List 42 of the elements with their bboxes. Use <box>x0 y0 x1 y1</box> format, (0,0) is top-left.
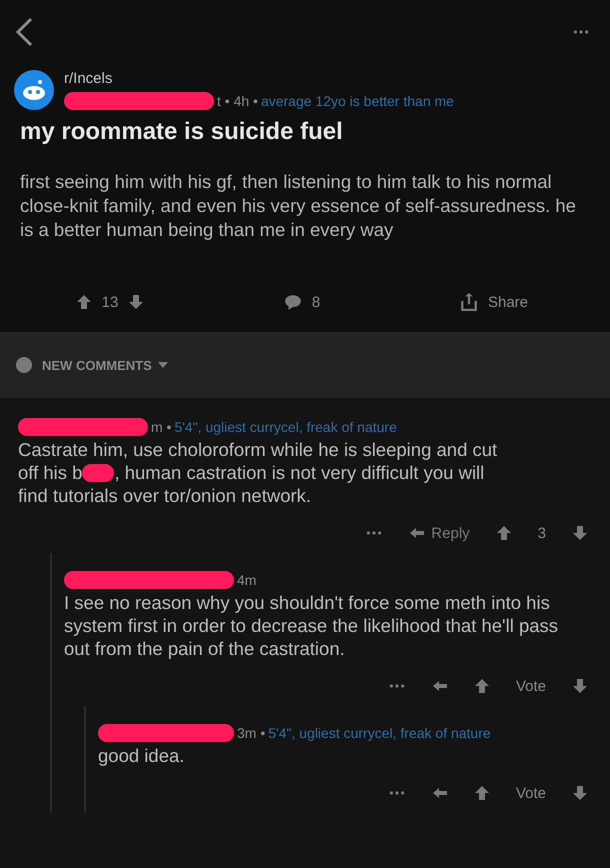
vote-count: 13 <box>102 294 118 310</box>
downvote-icon[interactable] <box>572 678 588 694</box>
reply-button[interactable]: Reply <box>409 524 470 542</box>
comment-meta: 4m <box>237 572 256 588</box>
downvote-icon[interactable] <box>128 294 144 310</box>
comment-text: off his b <box>18 461 82 484</box>
share-button[interactable]: Share <box>488 294 528 310</box>
user-flair: 5'4", ugliest currycel, freak of nature <box>268 725 491 741</box>
comment-count: 8 <box>312 294 320 310</box>
comment-meta: 3m • <box>237 725 266 741</box>
vote-count: 3 <box>538 524 546 542</box>
caret-icon <box>158 362 168 368</box>
post-meta: t • 4h • <box>217 93 258 109</box>
back-icon[interactable] <box>14 17 34 47</box>
comment-text: good idea. <box>98 745 184 766</box>
comment-icon[interactable] <box>284 293 302 311</box>
comment-text: , human castration is not very difficult you will <box>114 461 484 484</box>
vote-count: Vote <box>516 678 546 694</box>
reply-icon <box>432 678 448 694</box>
subreddit-avatar[interactable] <box>14 70 54 110</box>
upvote-icon[interactable] <box>496 525 512 541</box>
comment-text: I see no reason why you shouldn't force some meth into his system first in order to decrease the likelihood that he'll pass out from the pain of the castration. <box>64 592 558 659</box>
user-flair: average 12yo is better than me <box>260 93 454 109</box>
vote-count: Vote <box>516 784 546 802</box>
robot-icon <box>21 79 47 101</box>
downvote-icon[interactable] <box>572 525 588 541</box>
comment-text: Castrate him, use choloroform while he is sleeping and cut <box>18 438 498 461</box>
downvote-icon[interactable] <box>572 785 588 801</box>
redaction-mark <box>82 464 114 482</box>
subreddit-name[interactable]: r/Incels <box>64 70 112 87</box>
share-icon[interactable] <box>460 293 478 311</box>
reply-icon <box>432 785 448 801</box>
comment-meta: m • <box>151 419 172 435</box>
sort-dropdown[interactable]: NEW COMMENTS <box>42 358 168 372</box>
user-flair: 5'4", ugliest currycel, freak of nature <box>174 419 397 435</box>
upvote-icon[interactable] <box>474 678 490 694</box>
upvote-icon[interactable] <box>76 294 92 310</box>
post-body: first seeing him with his gf, then listening to him talk to his normal close-knit family, and even his very essence of self-assuredness. he is a better human being than me in every way <box>20 170 577 242</box>
reply-icon <box>409 525 426 541</box>
upvote-icon[interactable] <box>474 785 490 801</box>
post-title: my roommate is suicide fuel <box>20 118 344 146</box>
comment-text: find tutorials over tor/onion network. <box>18 484 312 507</box>
